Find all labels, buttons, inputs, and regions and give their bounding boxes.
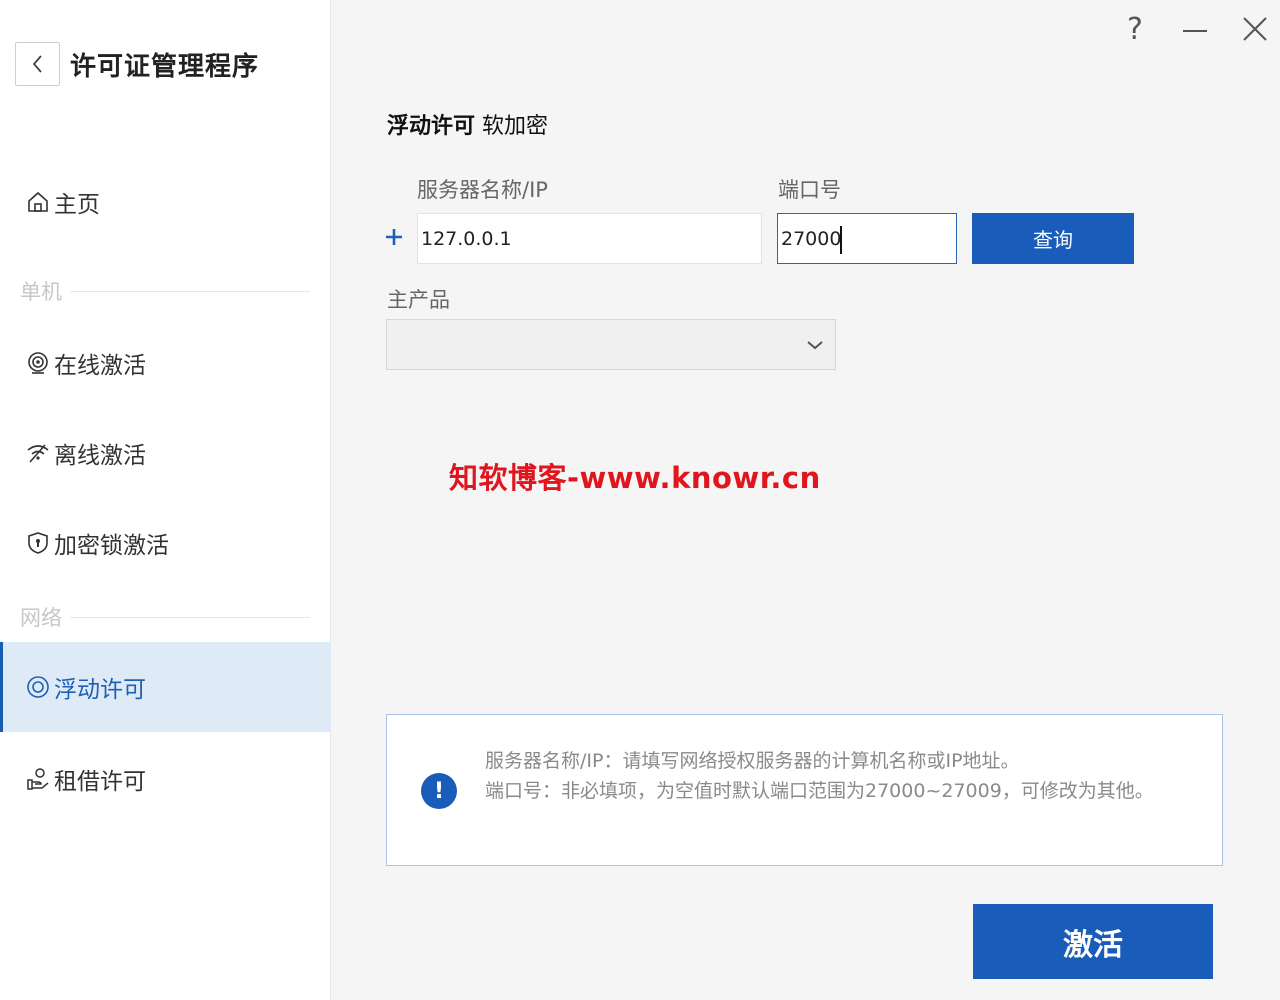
minimize-icon [1183,30,1207,32]
info-text: 服务器名称/IP：请填写网络授权服务器的计算机名称或IP地址。 端口号：非必填项… [485,746,1185,806]
online-signal-icon [26,351,50,375]
nav-item-floating[interactable]: 浮动许可 [0,642,331,732]
product-label: 主产品 [387,288,450,312]
nav-label-borrow: 租借许可 [54,769,146,795]
back-button[interactable] [15,42,60,86]
server-label: 服务器名称/IP [417,178,548,202]
chevron-down-icon [807,341,823,350]
nav-item-offline[interactable]: 离线激活 [0,408,331,498]
nav-label-online: 在线激活 [54,353,146,379]
plus-icon [386,229,402,245]
hand-holding-icon [26,767,50,791]
close-icon [1243,17,1267,41]
app-title: 许可证管理程序 [70,52,260,82]
product-select[interactable] [386,319,836,370]
divider [70,616,310,618]
floating-license-icon [26,675,50,699]
divider [70,290,310,292]
activate-button[interactable]: 激活 [973,904,1213,979]
add-server-button[interactable] [383,224,405,252]
close-button[interactable] [1237,12,1273,46]
text-caret [840,226,842,254]
home-icon [26,190,50,214]
info-exclamation-icon: ! [421,773,457,809]
section-standalone: 单机 [20,276,310,306]
nav-item-online[interactable]: 在线激活 [0,318,331,408]
nav-label-home: 主页 [54,192,100,218]
nav-item-borrow[interactable]: 租借许可 [0,734,331,824]
watermark-text: 知软博客-www.knowr.cn [449,461,821,495]
section-network: 网络 [20,602,310,632]
info-line-server: 服务器名称/IP：请填写网络授权服务器的计算机名称或IP地址。 [485,750,1020,772]
info-box: ! 服务器名称/IP：请填写网络授权服务器的计算机名称或IP地址。 端口号：非必… [386,714,1223,866]
wifi-off-icon [26,441,50,465]
query-button[interactable]: 查询 [972,213,1134,264]
info-line-port: 端口号：非必填项，为空值时默认端口范围为27000~27009，可修改为其他。 [485,780,1154,802]
help-icon: ? [1127,11,1143,47]
port-label: 端口号 [778,178,841,202]
sidebar: 许可证管理程序 主页 单机 在线激活 离线激活 加密锁激活 网络 浮动许可 租借… [0,0,331,1000]
shield-icon [26,531,50,555]
section-standalone-label: 单机 [20,280,62,304]
nav-label-dongle: 加密锁激活 [54,533,169,559]
server-input[interactable] [417,213,762,264]
chevron-left-icon [32,55,42,73]
nav-label-offline: 离线激活 [54,443,146,469]
section-network-label: 网络 [20,606,62,630]
panel-title-main: 浮动许可 [387,114,476,139]
minimize-button[interactable] [1177,12,1213,46]
nav-item-home[interactable]: 主页 [0,157,331,247]
port-input[interactable] [777,213,957,264]
nav-label-floating: 浮动许可 [54,677,146,703]
panel-title: 浮动许可 软加密 [387,108,548,140]
nav-item-dongle[interactable]: 加密锁激活 [0,498,331,588]
panel-title-sub: 软加密 [475,114,549,139]
help-button[interactable]: ? [1117,11,1153,47]
